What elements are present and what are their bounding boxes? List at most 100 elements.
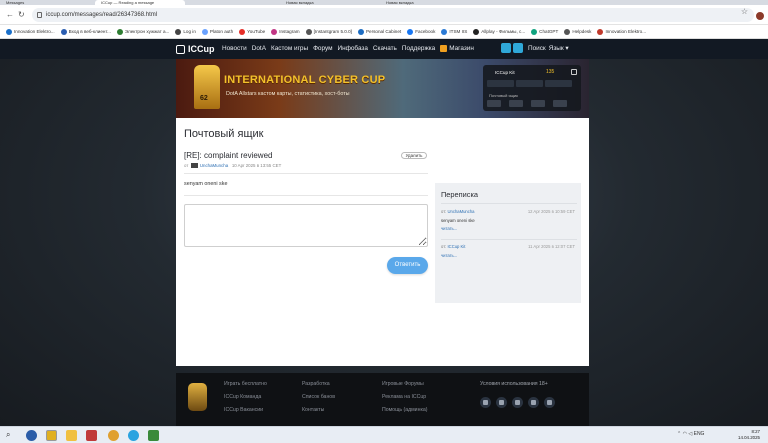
bookmark-item[interactable]: Allplay - Фильмы, с...: [473, 25, 526, 38]
alert-icon[interactable]: [509, 100, 523, 107]
telegram-icon[interactable]: [544, 397, 555, 408]
bookmark-item[interactable]: [Instantgram 5.0.0]: [305, 25, 352, 38]
folder-icon[interactable]: [66, 430, 77, 441]
bookmark-favicon-icon: [531, 28, 538, 35]
bookmark-item[interactable]: Log in: [175, 25, 196, 38]
delete-button[interactable]: Удалить: [401, 152, 427, 159]
footer-link[interactable]: Игровые Форумы: [382, 381, 427, 387]
clock[interactable]: 8:27 14.04.2025: [738, 429, 760, 441]
nav-custom-games[interactable]: Кастом игры: [271, 45, 308, 52]
conversation-date: 11 Apr 2025 в 12:07 CET: [528, 244, 575, 249]
bookmark-item[interactable]: Innovation Elektro...: [597, 25, 647, 38]
bookmark-item[interactable]: Facebook: [407, 25, 435, 38]
conversation-author[interactable]: UnchaMuncha: [448, 209, 475, 214]
bookmark-item[interactable]: YouTube: [239, 25, 265, 38]
tools-icon[interactable]: [531, 100, 545, 107]
navbar-right: Поиск Язык ▾: [501, 43, 569, 55]
app-icon[interactable]: [148, 430, 159, 441]
volume-icon[interactable]: ◁: [688, 431, 692, 437]
footer-link[interactable]: Контакты: [302, 407, 335, 413]
mail-content: Почтовый ящик [RE]: complaint reviewed У…: [176, 118, 589, 366]
chrome-icon[interactable]: [46, 430, 57, 441]
bookmark-item[interactable]: Instagram: [271, 25, 300, 38]
bookmark-item[interactable]: Вход в веб-клиент...: [60, 25, 111, 38]
nav-news[interactable]: Новости: [222, 45, 247, 52]
conversation-sidebar: Переписка от: UnchaMuncha 12 Apr 2025 в …: [435, 183, 581, 303]
nav-shop[interactable]: Магазин: [440, 39, 474, 59]
bookmark-label: Allplay - Фильмы, с...: [481, 29, 526, 34]
divider: [441, 239, 577, 240]
youtube-icon[interactable]: [528, 397, 539, 408]
download-icon[interactable]: [553, 100, 567, 107]
conversation-author[interactable]: ICCup Kit: [448, 244, 466, 249]
bookmark-label: ITSM IIS: [449, 29, 468, 34]
app-icon[interactable]: [108, 430, 119, 441]
reload-icon[interactable]: ↻: [18, 10, 25, 20]
bookmark-favicon-icon: [175, 28, 182, 35]
bookmark-favicon-icon: [6, 28, 12, 35]
app-icon[interactable]: [86, 430, 97, 441]
footer-link[interactable]: ICCup Команда: [224, 394, 267, 400]
terms-link[interactable]: Условия использования 18+: [480, 381, 548, 387]
footer-link[interactable]: ICCup Вакансии: [224, 407, 267, 413]
discord-icon[interactable]: [496, 397, 507, 408]
language-select[interactable]: Язык ▾: [549, 45, 569, 52]
chevron-up-icon[interactable]: ⌃: [677, 431, 681, 437]
mailbox-label[interactable]: Почтовый ящик: [489, 93, 518, 98]
rank-number: 62: [200, 95, 208, 102]
bookmark-item[interactable]: Helpdesk: [564, 25, 591, 38]
author-link[interactable]: UnchaMuncha: [200, 163, 228, 168]
bookmark-item[interactable]: Электрон хужжат а...: [116, 25, 169, 38]
footer-link[interactable]: Список банов: [302, 394, 335, 400]
telegram-icon[interactable]: [128, 430, 139, 441]
footer-link[interactable]: Играть бесплатно: [224, 381, 267, 387]
site-logo[interactable]: ICCup: [176, 43, 215, 55]
profile-icon[interactable]: [513, 43, 523, 53]
iccup-logo-icon: [176, 45, 185, 55]
url-text: iccup.com/messages/read/26347368.html: [46, 12, 158, 18]
nav-download[interactable]: Скачать: [373, 45, 397, 52]
conversation-item[interactable]: от: UnchaMuncha 12 Apr 2025 в 10:59 CET …: [441, 209, 577, 231]
bookmark-item[interactable]: ITSM IIS: [441, 25, 468, 38]
url-field[interactable]: iccup.com/messages/read/26347368.html: [32, 8, 754, 22]
mail-icon[interactable]: [487, 100, 501, 107]
user-menu-icon[interactable]: [501, 43, 511, 53]
discord-icon[interactable]: [512, 397, 523, 408]
bookmark-label: Innovation Elektro...: [605, 29, 647, 34]
profile-avatar[interactable]: [756, 12, 764, 20]
bookmark-favicon-icon: [116, 28, 123, 35]
kit-name[interactable]: ICCup Kit: [495, 70, 515, 75]
footer-link[interactable]: Разработка: [302, 381, 335, 387]
read-more-link[interactable]: читать...: [441, 226, 577, 231]
star-icon[interactable]: ☆: [741, 7, 748, 16]
nav-support[interactable]: Поддержка: [402, 45, 435, 52]
reply-textarea[interactable]: [184, 204, 428, 247]
bookmark-item[interactable]: ChatGPT: [531, 25, 558, 38]
social-links: [480, 397, 560, 410]
language-indicator[interactable]: ENG: [694, 431, 705, 437]
edge-icon[interactable]: [26, 430, 37, 441]
bookmark-item[interactable]: Innovation Elektro...: [6, 25, 55, 38]
reply-button[interactable]: Ответить: [387, 257, 428, 274]
bookmark-item[interactable]: Personal Cabinet: [357, 25, 401, 38]
coin-count: 135: [546, 69, 555, 75]
settings-icon[interactable]: [571, 69, 577, 75]
conversation-item[interactable]: от: ICCup Kit 11 Apr 2025 в 12:07 CET чи…: [441, 244, 577, 258]
footer-link[interactable]: Помощь (админка): [382, 407, 427, 413]
footer-link[interactable]: Реклама на ICCup: [382, 394, 427, 400]
search-icon[interactable]: ⌕: [6, 430, 17, 441]
shop-icon: [440, 44, 448, 52]
page-viewport: ICCup Новости DotA Кастом игры Форум Инфобаз…: [0, 39, 768, 426]
wifi-icon[interactable]: ◠: [683, 431, 687, 437]
bookmarks-bar: Innovation Elektro... Вход в веб-клиент..…: [0, 25, 768, 39]
search-link[interactable]: Поиск: [528, 45, 546, 52]
message-date: 10 Apr 2025 в 13:55 CET: [231, 163, 282, 168]
bookmark-item[interactable]: Platon auth: [201, 25, 233, 38]
read-more-link[interactable]: читать...: [441, 253, 577, 258]
nav-dota[interactable]: DotA: [252, 45, 266, 52]
nav-infobase[interactable]: Инфобаза: [338, 45, 368, 52]
nav-forum[interactable]: Форум: [313, 45, 332, 52]
back-icon[interactable]: ←: [6, 10, 14, 20]
promo-banner[interactable]: 62 INTERNATIONAL CYBER CUP DotA Allstars…: [176, 59, 589, 118]
vk-icon[interactable]: [480, 397, 491, 408]
